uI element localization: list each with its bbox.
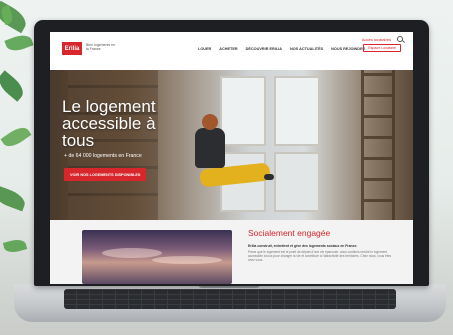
hero-person-shoes bbox=[264, 174, 274, 180]
plant-leaf bbox=[4, 31, 34, 55]
top-link-tenant-access[interactable]: Accès locataires bbox=[362, 37, 391, 42]
cloud-shape bbox=[152, 256, 222, 264]
laptop-screen: Accès locataires Erilia Bien logements e… bbox=[50, 32, 413, 284]
main-nav: LOUER ACHETER DÉCOUVRIR ERILIA NOS ACTUA… bbox=[198, 47, 365, 51]
nav-item-rejoindre[interactable]: NOUS REJOINDRE bbox=[331, 47, 365, 51]
top-links: Accès locataires bbox=[362, 36, 403, 42]
hero-person-head bbox=[202, 114, 218, 130]
plant-leaf bbox=[0, 123, 32, 151]
hero-title: Le logement accessible à tous bbox=[62, 97, 156, 150]
search-icon[interactable] bbox=[397, 36, 403, 42]
hero-subtitle: + de 64 000 logements en France bbox=[64, 153, 142, 159]
hero-banner: Le logement accessible à tous + de 64 00… bbox=[50, 70, 413, 220]
hero-window bbox=[220, 76, 266, 146]
cloud-shape bbox=[102, 248, 162, 258]
plant-leaf bbox=[0, 70, 28, 102]
nav-item-actualites[interactable]: NOS ACTUALITÉS bbox=[290, 47, 323, 51]
section-lead: Erilia construit, entretient et gère des… bbox=[248, 244, 358, 248]
hero-ladder bbox=[361, 70, 395, 220]
hero-window bbox=[274, 152, 320, 212]
section-text: Parce que le logement est le point de dé… bbox=[248, 250, 392, 263]
laptop-keyboard bbox=[64, 289, 396, 309]
site-header: Accès locataires Erilia Bien logements e… bbox=[50, 32, 413, 70]
site-logo[interactable]: Erilia bbox=[62, 42, 82, 55]
section-title: Socialement engagée bbox=[248, 228, 331, 238]
nav-item-louer[interactable]: LOUER bbox=[198, 47, 211, 51]
engagement-section: Socialement engagée Erilia construit, en… bbox=[50, 220, 413, 284]
plant-leaf bbox=[0, 184, 28, 212]
hero-person-body bbox=[195, 128, 225, 168]
available-housing-button[interactable]: VOIR NOS LOGEMENTS DISPONIBLES bbox=[64, 168, 147, 181]
hero-window bbox=[274, 76, 320, 146]
plant-leaf bbox=[2, 237, 28, 255]
nav-item-acheter[interactable]: ACHETER bbox=[219, 47, 237, 51]
tenant-space-button[interactable]: Espace Locataire bbox=[363, 44, 401, 52]
nav-item-decouvrir[interactable]: DÉCOUVRIR ERILIA bbox=[246, 47, 282, 51]
laptop-lid: Accès locataires Erilia Bien logements e… bbox=[34, 20, 429, 286]
logo-tagline: Bien logements en la France bbox=[86, 43, 115, 51]
sky-image bbox=[82, 230, 232, 284]
